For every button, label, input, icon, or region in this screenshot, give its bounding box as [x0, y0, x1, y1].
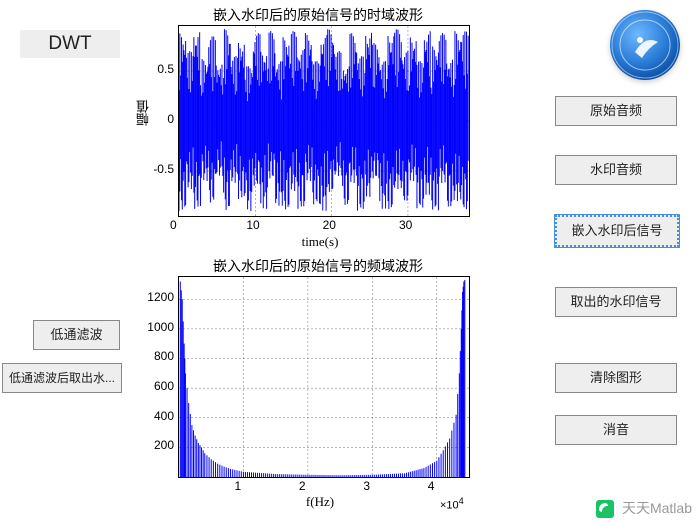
- wechat-icon: [596, 500, 614, 518]
- xtick: 30: [399, 218, 412, 232]
- ytick: 1000: [144, 320, 174, 334]
- embedded-signal-button[interactable]: 嵌入水印后信号: [555, 215, 679, 247]
- ytick: 600: [144, 379, 174, 393]
- chart1-xlabel: time(s): [280, 234, 360, 250]
- xtick: 10: [246, 218, 259, 232]
- ytick: 1200: [144, 290, 174, 304]
- lowpass-button[interactable]: 低通滤波: [33, 320, 120, 350]
- wechat-watermark: 天天Matlab: [596, 498, 692, 518]
- xtick: 4: [428, 479, 435, 493]
- watermark-text: 天天Matlab: [622, 500, 692, 516]
- chart2-xscale: ×104: [440, 496, 464, 512]
- ytick: 400: [144, 409, 174, 423]
- time-domain-axes: [178, 25, 470, 217]
- ytick: 0.5: [144, 62, 174, 76]
- extracted-signal-button[interactable]: 取出的水印信号: [555, 287, 677, 317]
- chart2-xlabel: f(Hz): [290, 494, 350, 510]
- dwt-label: DWT: [20, 30, 120, 58]
- watermark-audio-button[interactable]: 水印音频: [555, 155, 677, 185]
- chart2-title: 嵌入水印后的原始信号的频域波形: [168, 256, 468, 276]
- lowpass-extract-button[interactable]: 低通滤波后取出水...: [2, 363, 122, 393]
- ytick: 800: [144, 349, 174, 363]
- ytick: -0.5: [144, 162, 174, 176]
- mute-button[interactable]: 消音: [555, 415, 677, 445]
- freq-domain-axes: [178, 276, 470, 478]
- xtick: 3: [363, 479, 370, 493]
- ytick: 200: [144, 438, 174, 452]
- university-logo: [610, 10, 680, 80]
- xtick: 1: [234, 479, 241, 493]
- clear-figure-button[interactable]: 清除图形: [555, 363, 677, 393]
- ytick: 0: [144, 112, 174, 126]
- xtick: 0: [170, 218, 177, 232]
- original-audio-button[interactable]: 原始音频: [555, 96, 677, 126]
- chart1-title: 嵌入水印后的原始信号的时域波形: [168, 5, 468, 25]
- xtick: 20: [323, 218, 336, 232]
- xtick: 2: [299, 479, 306, 493]
